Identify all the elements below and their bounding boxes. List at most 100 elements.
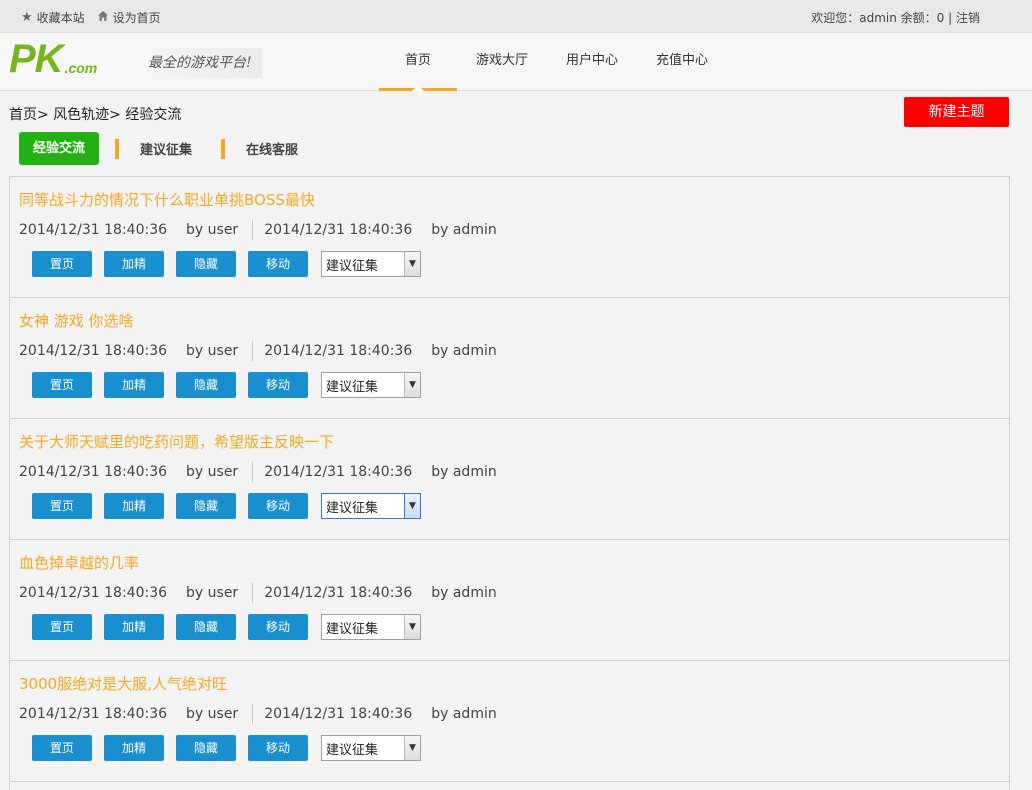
post-meta: 2014/12/31 18:40:36 by user 2014/12/31 1… [19,704,497,724]
hide-button[interactable]: 隐藏 [176,493,236,519]
main-nav: 首页 游戏大厅 用户中心 充值中心 [379,33,727,91]
post-created-time: 2014/12/31 18:40:36 [19,343,168,359]
hide-button[interactable]: 隐藏 [176,251,236,277]
nav-home[interactable]: 首页 [379,33,457,91]
chevron-down-icon: ▼ [404,373,420,397]
pin-top-button[interactable]: 置页 [32,493,92,519]
tab-experience-exchange[interactable]: 经验交流 [19,132,99,165]
bookmark-label: 收藏本站 [36,11,85,25]
move-category-select[interactable]: 建议征集 ▼ [321,251,421,277]
post-row: 关于大师天赋里的吃药问题，希望版主反映一下 2014/12/31 18:40:3… [10,419,1009,540]
chevron-down-icon: ▼ [404,252,420,276]
move-category-select[interactable]: 建议征集 ▼ [321,493,421,519]
post-actions: 置页 加精 隐藏 移动 建议征集 ▼ [32,251,421,277]
post-row: 女神 游戏 你选啥 2014/12/31 18:40:36 by user 20… [10,298,1009,419]
post-actions: 置页 加精 隐藏 移动 建议征集 ▼ [32,493,421,519]
tab-divider [115,138,119,159]
post-actions: 置页 加精 隐藏 移动 建议征集 ▼ [32,614,421,640]
post-row: 3000服绝对是大服,人气绝对旺 2014/12/31 18:40:36 by … [10,661,1009,782]
post-meta: 2014/12/31 18:40:36 by user 2014/12/31 1… [19,341,497,361]
make-digest-button[interactable]: 加精 [104,493,164,519]
site-logo[interactable]: PK .com [9,39,98,79]
move-category-value: 建议征集 [326,500,379,516]
move-button[interactable]: 移动 [248,614,308,640]
move-category-select[interactable]: 建议征集 ▼ [321,372,421,398]
post-actions: 置页 加精 隐藏 移动 建议征集 ▼ [32,372,421,398]
move-category-select[interactable]: 建议征集 ▼ [321,614,421,640]
post-author: by user [186,585,239,601]
post-replier: by admin [431,343,497,359]
tab-suggestions-label: 建议征集 [140,143,193,158]
move-button[interactable]: 移动 [248,735,308,761]
meta-divider [252,462,254,482]
meta-divider [252,704,254,724]
post-meta: 2014/12/31 18:40:36 by user 2014/12/31 1… [19,462,497,482]
post-replier: by admin [431,706,497,722]
post-reply-time: 2014/12/31 18:40:36 [264,706,413,722]
post-created-time: 2014/12/31 18:40:36 [19,585,168,601]
meta-divider [252,341,254,361]
site-slogan: 最全的游戏平台! [140,48,262,78]
star-icon: ★ [21,10,33,25]
category-tabs: 经验交流 建议征集 在线客服 [19,132,298,165]
post-created-time: 2014/12/31 18:40:36 [19,222,168,238]
post-row: 同等战斗力的情况下什么职业单挑BOSS最快 2014/12/31 18:40:3… [10,177,1009,298]
post-title[interactable]: 3000服绝对是大服,人气绝对旺 [19,673,227,694]
nav-recharge-center[interactable]: 充值中心 [637,33,727,91]
move-button[interactable]: 移动 [248,372,308,398]
post-meta: 2014/12/31 18:40:36 by user 2014/12/31 1… [19,583,497,603]
tab-online-service[interactable]: 在线客服 [221,138,299,159]
hide-button[interactable]: 隐藏 [176,372,236,398]
post-replier: by admin [431,222,497,238]
post-title[interactable]: 同等战斗力的情况下什么职业单挑BOSS最快 [19,189,315,210]
move-button[interactable]: 移动 [248,251,308,277]
nav-user-center[interactable]: 用户中心 [547,33,637,91]
pin-top-button[interactable]: 置页 [32,614,92,640]
pin-top-button[interactable]: 置页 [32,251,92,277]
move-button[interactable]: 移动 [248,493,308,519]
post-title[interactable]: 女神 游戏 你选啥 [19,310,134,331]
move-category-select[interactable]: 建议征集 ▼ [321,735,421,761]
welcome-text: 欢迎您：admin 余额：0 | 注销 [811,11,980,25]
move-category-value: 建议征集 [326,621,379,637]
chevron-down-icon: ▼ [404,494,420,518]
post-reply-time: 2014/12/31 18:40:36 [264,464,413,480]
post-title[interactable]: 关于大师天赋里的吃药问题，希望版主反映一下 [19,431,334,452]
new-topic-button[interactable]: 新建主题 [904,97,1009,127]
tab-online-service-label: 在线客服 [246,143,299,158]
set-homepage-label: 设为首页 [112,11,161,25]
tab-suggestions[interactable]: 建议征集 [115,138,193,159]
post-reply-time: 2014/12/31 18:40:36 [264,343,413,359]
post-replier: by admin [431,585,497,601]
post-title[interactable]: 血色掉卓越的几率 [19,552,139,573]
post-created-time: 2014/12/31 18:40:36 [19,464,168,480]
make-digest-button[interactable]: 加精 [104,614,164,640]
chevron-down-icon: ▼ [404,615,420,639]
post-actions: 置页 加精 隐藏 移动 建议征集 ▼ [32,735,421,761]
post-author: by user [186,464,239,480]
make-digest-button[interactable]: 加精 [104,372,164,398]
hide-button[interactable]: 隐藏 [176,614,236,640]
move-category-value: 建议征集 [326,258,379,274]
hide-button[interactable]: 隐藏 [176,735,236,761]
meta-divider [252,220,254,240]
make-digest-button[interactable]: 加精 [104,251,164,277]
logo-suffix: .com [64,60,98,76]
nav-game-hall[interactable]: 游戏大厅 [457,33,547,91]
home-icon [97,10,109,25]
post-reply-time: 2014/12/31 18:40:36 [264,222,413,238]
post-list: 同等战斗力的情况下什么职业单挑BOSS最快 2014/12/31 18:40:3… [9,176,1010,790]
make-digest-button[interactable]: 加精 [104,735,164,761]
pin-top-button[interactable]: 置页 [32,735,92,761]
set-homepage-link[interactable]: 设为首页 [97,9,161,26]
top-bar: ★ 收藏本站 设为首页 欢迎您：admin 余额：0 | 注销 [0,0,1032,33]
post-author: by user [186,343,239,359]
move-category-value: 建议征集 [326,742,379,758]
site-header: PK .com 最全的游戏平台! 首页 游戏大厅 用户中心 充值中心 [0,33,1032,91]
chevron-down-icon: ▼ [404,736,420,760]
post-meta: 2014/12/31 18:40:36 by user 2014/12/31 1… [19,220,497,240]
post-author: by user [186,222,239,238]
pin-top-button[interactable]: 置页 [32,372,92,398]
bookmark-link[interactable]: ★ 收藏本站 [21,9,85,26]
tab-divider [221,138,226,159]
